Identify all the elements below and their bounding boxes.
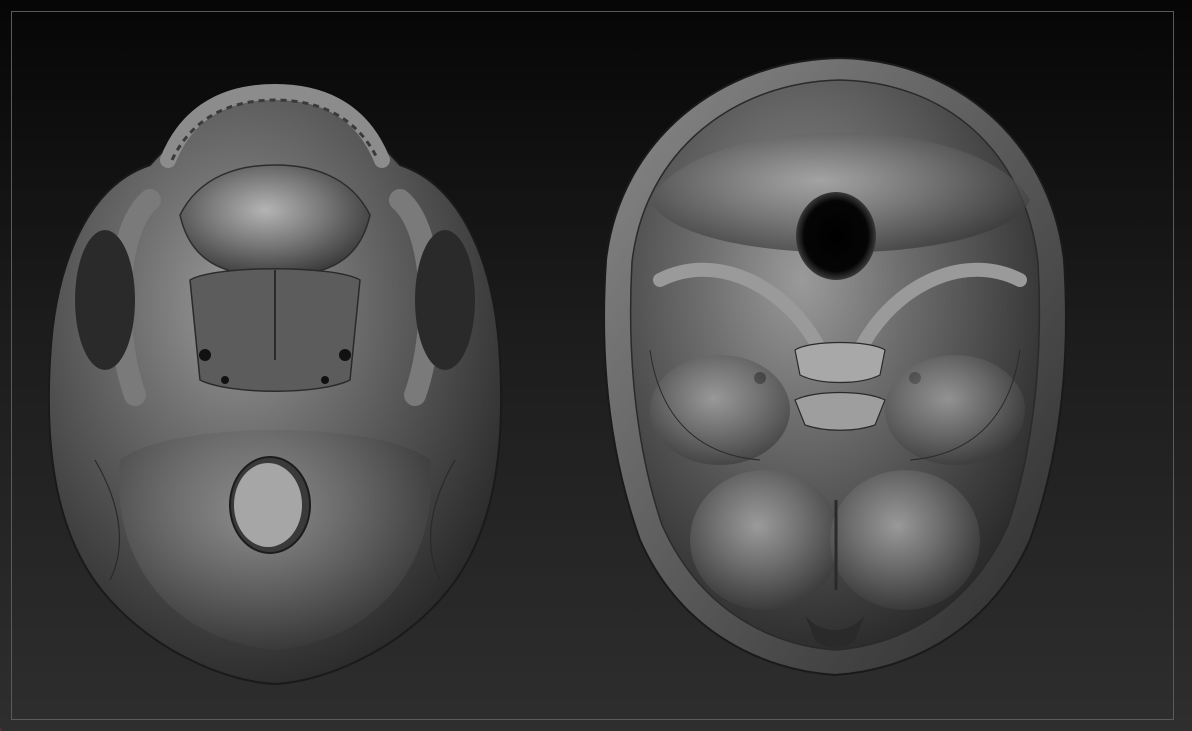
cranial-base-superior-view-model[interactable] [603,56,1067,677]
sculpt-canvas[interactable] [0,0,1192,731]
skull-inferior-view-model[interactable] [47,83,503,686]
zbrush-viewport[interactable] [0,0,1192,731]
